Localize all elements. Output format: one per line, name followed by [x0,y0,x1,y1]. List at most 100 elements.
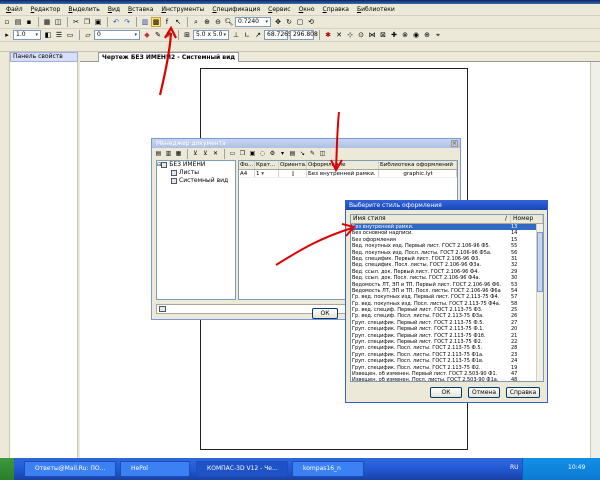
refresh-icon[interactable]: ↻ [284,17,294,27]
menu-item[interactable]: Вставка [124,6,157,13]
state-icon[interactable]: ▸ [2,30,12,40]
zoom-tool-icon[interactable]: 🔍︎ [224,17,234,27]
col-number[interactable]: Номер [511,215,543,223]
layer-combo[interactable]: 0 ▾ [94,30,140,40]
tab-drawing[interactable]: Чертеж БЕЗ ИМЕНИ2 - Системный вид [98,52,240,62]
menu-item[interactable]: Спецификация [208,6,264,13]
properties-icon[interactable]: ⚙ [268,150,277,158]
scroll-thumb[interactable] [537,232,543,292]
help-button[interactable]: Справка [506,387,540,398]
redo-icon[interactable]: ↷ [122,17,132,27]
col-orient[interactable]: Ориента... [279,161,307,169]
close-icon[interactable]: × [451,140,458,147]
zoom-out-icon[interactable]: ⊖ [213,17,223,27]
zoom-window-icon[interactable]: ⌕ [191,17,201,27]
sheet-icon[interactable]: ▭ [228,150,237,158]
cancel-button[interactable]: Отмена [468,387,500,398]
task-kompas16[interactable]: kompas16_n [292,461,364,477]
brush-icon[interactable]: ✎ [153,30,163,40]
menu-item[interactable]: Выделить [64,6,103,13]
menu-icon[interactable]: ▾ [278,150,287,158]
zoom-combo[interactable]: 0.7240 ▾ [235,17,271,27]
orto-icon[interactable]: ∟ [242,30,252,40]
menu-item[interactable]: Вид [104,6,124,13]
add-sheet-icon[interactable]: ▤ [154,150,163,158]
preview-icon[interactable]: ◫ [53,17,63,27]
zoom-in-icon[interactable]: ⊕ [202,17,212,27]
filter-icon[interactable]: ⊻ [191,150,200,158]
cell-library[interactable]: graphic.lyt [379,170,457,177]
menu-item[interactable]: Редактор [27,6,65,13]
arrow-icon[interactable]: ↘ [298,150,307,158]
document-manager-icon[interactable]: ▩ [151,17,161,27]
paste-sheet-icon[interactable]: ▣ [248,150,257,158]
list-scrollbar[interactable] [536,224,543,381]
local-cs-icon[interactable]: ⊥ [231,30,241,40]
task-mail[interactable]: Ответы@Mail.Ru: ПО... [24,461,116,477]
filter2-icon[interactable]: ⊻ [201,150,210,158]
doc-icon[interactable]: ▥ [164,150,173,158]
col-format[interactable]: Фо... [239,161,255,169]
table-row[interactable]: A4 1 ▾ ▯ Без внутренней рамки. graphic.l… [239,170,457,178]
cursor-icon[interactable]: ↗ [253,30,263,40]
menu-item[interactable]: Сервис [264,6,294,13]
paste-icon[interactable]: ▣ [93,17,103,27]
pan-icon[interactable]: ✥ [273,17,283,27]
save-icon[interactable]: ▪ [24,17,34,27]
new-doc-icon[interactable]: ▫ [2,17,12,27]
task-kompas[interactable]: КОМПАС-3D V12 - Че... [196,461,288,477]
col-mult[interactable]: Крат... [255,161,279,169]
tree-item-sheets[interactable]: Листы [157,169,235,177]
manager-icon[interactable]: ▥ [140,17,150,27]
snap-icon-8[interactable]: ⊕ [422,30,432,40]
col-style-name[interactable]: Имя стиля / [351,215,511,223]
col-library[interactable]: Библиотека оформлений [379,161,457,169]
delete-icon[interactable]: ✕ [211,150,220,158]
start-button[interactable] [0,458,14,480]
ok-button[interactable]: ОК [430,387,462,398]
tool2-icon[interactable]: ◫ [318,150,327,158]
layer-list-icon[interactable]: ☰ [54,30,64,40]
col-style[interactable]: Оформление [307,161,379,169]
menu-item[interactable]: Справка [319,6,353,13]
menu-item[interactable]: Библиотеки [353,6,399,13]
cut-icon[interactable]: ✂ [71,17,81,27]
copy-icon[interactable]: ❐ [82,17,92,27]
snap-icon-3[interactable]: ⋈ [367,30,377,40]
snap-icon-5[interactable]: ✚ [389,30,399,40]
ok-button[interactable]: ОК [312,308,338,319]
tool-icon[interactable]: ✎ [308,150,317,158]
rotate-icon[interactable]: ⟲ [306,17,316,27]
vertical-scrollbar[interactable] [590,62,600,458]
coord-x-field[interactable]: 68.7265 [264,30,292,40]
task-hepol[interactable]: HePol [120,461,190,477]
snap-point-icon[interactable]: ✕ [334,30,344,40]
lib-icon[interactable]: ▤ [288,150,297,158]
portrait-icon[interactable]: ▯ [279,170,307,177]
grid-step-combo[interactable]: 5.0 x 5.0 ▾ [193,30,229,40]
measure-icon[interactable]: ⌖ [433,30,443,40]
grid-icon[interactable]: ⊞ [182,30,192,40]
tree-root[interactable]: ⊟ БЕЗ ИМЕНИ [157,161,235,169]
bulb-icon[interactable]: ◌ [258,150,267,158]
variables-icon[interactable]: f [162,17,172,27]
menu-item[interactable]: Инструменты [157,6,208,13]
layer-state-icon[interactable]: ◧ [43,30,53,40]
eraser-icon[interactable]: ◆ [142,30,152,40]
snap-middle-icon[interactable]: ⊹ [345,30,355,40]
layer-icon[interactable]: ▭ [65,30,75,40]
view-icon[interactable]: ▦ [174,150,183,158]
menu-item[interactable]: Окно [295,6,319,13]
tree-item-system-view[interactable]: Системный вид [157,177,235,185]
pin-icon[interactable]: ⊼ [164,30,174,40]
snap-icon-7[interactable]: ◉ [411,30,421,40]
undo-icon[interactable]: ↶ [111,17,121,27]
menu-item[interactable]: Файл [2,6,27,13]
coord-y-field[interactable]: 296.808 [290,30,318,40]
open-icon[interactable]: ▤ [13,17,23,27]
list-item[interactable]: Извещен. об изменен. Посл. листы. ГОСТ 2… [351,377,543,381]
print-icon[interactable]: ▦ [42,17,52,27]
line-width-combo[interactable]: 1.0 ▾ [13,30,41,40]
language-indicator[interactable]: RU [510,463,522,473]
view-icon[interactable]: ▱ [83,30,93,40]
